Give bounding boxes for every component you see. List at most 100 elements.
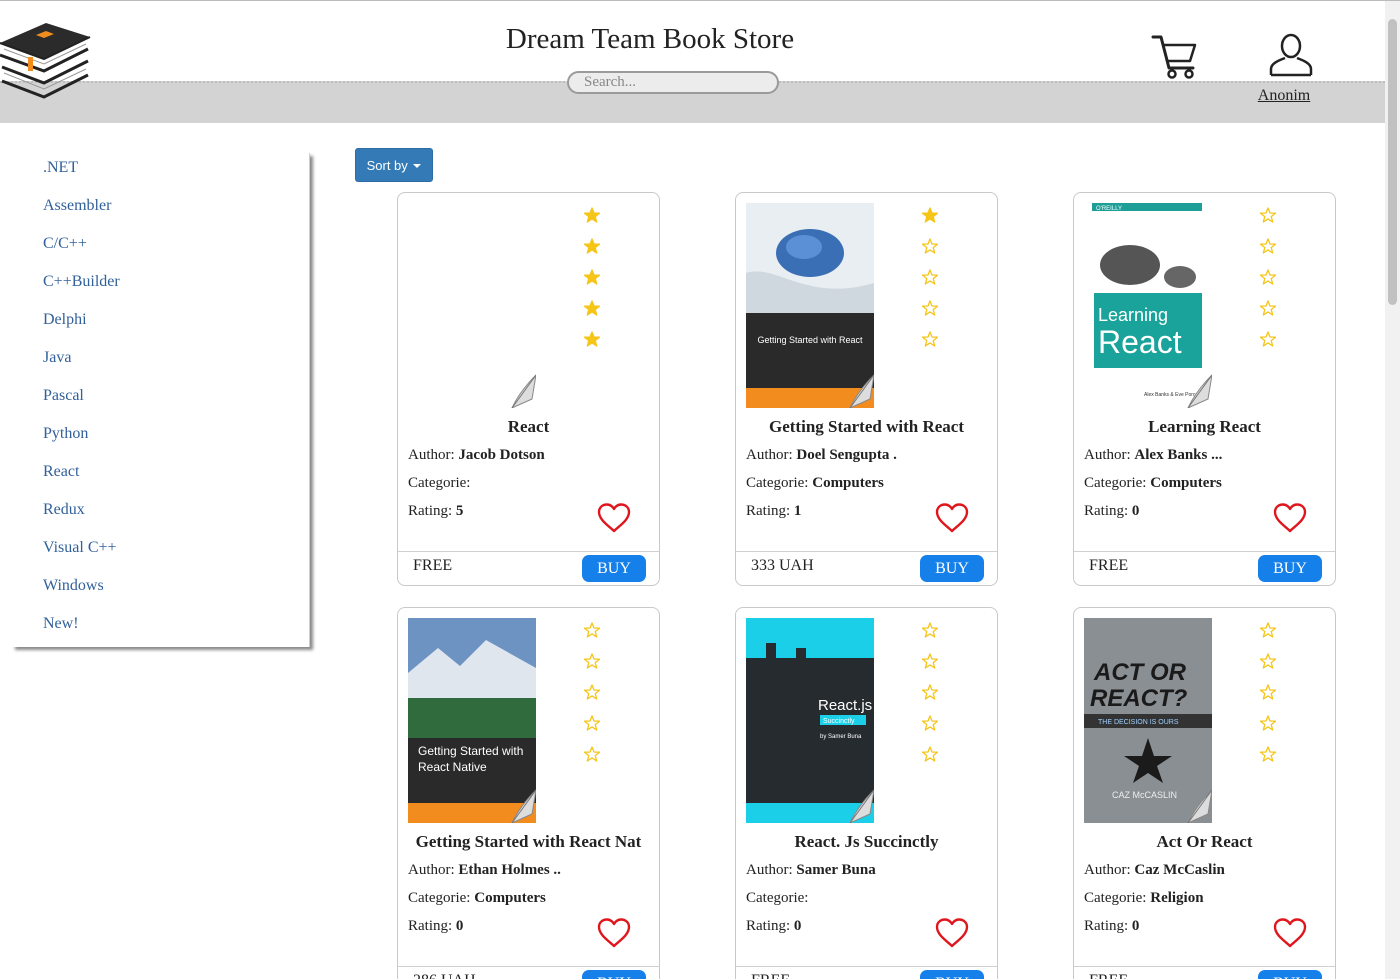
star-outline-icon[interactable] [1260,622,1276,638]
categorie-label: Categorie: [1084,890,1147,906]
cart-icon[interactable] [1150,32,1200,80]
book-author: Author: Jacob Dotson [408,447,545,464]
search-input[interactable] [567,71,779,94]
sidebar-item-redux[interactable]: Redux [12,498,309,536]
book-cover-image[interactable]: React.js Succinctly by Samer Buna [746,618,874,823]
star-filled-icon[interactable] [584,331,600,347]
star-filled-icon[interactable] [584,269,600,285]
favorite-heart-icon[interactable] [935,503,969,533]
rating-label: Rating: [1084,918,1129,934]
book-title[interactable]: Getting Started with React [736,417,997,437]
sidebar-item-pascal[interactable]: Pascal [12,384,309,422]
star-outline-icon[interactable] [1260,238,1276,254]
book-cover-image[interactable]: ACT ORREACT? THE DECISION IS OURS CAZ McCA… [1084,618,1212,823]
star-outline-icon[interactable] [922,746,938,762]
sidebar-item-python[interactable]: Python [12,422,309,460]
author-value: Alex Banks ... [1134,447,1223,463]
star-outline-icon[interactable] [1260,331,1276,347]
book-card[interactable]: Getting Started with React Getting Starte… [735,192,998,586]
sidebar-item-dotnet[interactable]: .NET [12,156,309,194]
sidebar-item-windows[interactable]: Windows [12,574,309,612]
book-cover-image[interactable]: O'REILLYLearningReactAlex Banks & Eve Po… [1084,203,1212,408]
star-outline-icon[interactable] [1260,746,1276,762]
star-rating[interactable] [1260,622,1280,777]
rating-value: 0 [1131,918,1140,934]
star-rating[interactable] [1260,207,1280,362]
svg-text:THE DECISION IS OURS: THE DECISION IS OURS [1098,719,1179,726]
star-outline-icon[interactable] [922,269,938,285]
star-outline-icon[interactable] [1260,269,1276,285]
sidebar-item-new[interactable]: New! [12,612,309,650]
buy-button[interactable]: BUY [1258,970,1322,979]
star-outline-icon[interactable] [584,746,600,762]
star-filled-icon[interactable] [584,207,600,223]
sidebar-item-c-cpp[interactable]: C/C++ [12,232,309,270]
star-rating[interactable] [922,207,942,362]
categorie-label: Categorie: [746,475,809,491]
favorite-heart-icon[interactable] [935,918,969,948]
author-label: Author: [1084,447,1131,463]
book-card[interactable]: React.js Succinctly by Samer Buna React. Js… [735,607,998,979]
sidebar-item-delphi[interactable]: Delphi [12,308,309,346]
book-title[interactable]: Act Or React [1074,832,1335,852]
buy-button[interactable]: BUY [1258,555,1322,582]
star-outline-icon[interactable] [922,622,938,638]
book-cover-image[interactable] [408,203,536,408]
star-outline-icon[interactable] [922,715,938,731]
buy-button[interactable]: BUY [582,970,646,979]
star-outline-icon[interactable] [922,331,938,347]
book-title[interactable]: React [398,417,659,437]
star-outline-icon[interactable] [1260,715,1276,731]
sidebar-item-visual-cpp[interactable]: Visual C++ [12,536,309,574]
category-sidebar: .NET Assembler C/C++ C++Builder Delphi J… [12,153,310,647]
star-outline-icon[interactable] [1260,300,1276,316]
book-card[interactable]: React Author: Jacob Dotson Categorie: Rati… [397,192,660,586]
star-outline-icon[interactable] [584,684,600,700]
star-outline-icon[interactable] [922,684,938,700]
star-filled-icon[interactable] [584,300,600,316]
sidebar-item-java[interactable]: Java [12,346,309,384]
favorite-heart-icon[interactable] [1273,503,1307,533]
book-card[interactable]: ACT OR REACT? THE DECISION IS OURS CAZ McCA… [1073,607,1336,979]
star-outline-icon[interactable] [584,715,600,731]
star-outline-icon[interactable] [922,238,938,254]
sidebar-item-cppbuilder[interactable]: C++Builder [12,270,309,308]
book-card[interactable]: Getting Started with React Native Getting … [397,607,660,979]
star-rating[interactable] [584,207,604,362]
star-rating[interactable] [584,622,604,777]
book-cover-image[interactable]: Getting Started with React [746,203,874,408]
sidebar-item-assembler[interactable]: Assembler [12,194,309,232]
favorite-heart-icon[interactable] [597,503,631,533]
star-filled-icon[interactable] [584,238,600,254]
star-outline-icon[interactable] [584,653,600,669]
card-footer: FREE BUY [736,966,997,979]
star-outline-icon[interactable] [584,622,600,638]
star-outline-icon[interactable] [922,653,938,669]
scrollbar-thumb[interactable] [1388,19,1397,305]
star-outline-icon[interactable] [1260,653,1276,669]
favorite-heart-icon[interactable] [1273,918,1307,948]
rating-label: Rating: [1084,503,1129,519]
book-card[interactable]: O'REILLY Learning React Alex Banks & Eve Po… [1073,192,1336,586]
buy-button[interactable]: BUY [920,555,984,582]
user-name-link[interactable]: Anonim [1240,87,1328,105]
vertical-scrollbar[interactable] [1385,1,1400,979]
favorite-heart-icon[interactable] [597,918,631,948]
buy-button[interactable]: BUY [582,555,646,582]
author-value: Caz McCaslin [1134,862,1225,878]
sidebar-item-react[interactable]: React [12,460,309,498]
buy-button[interactable]: BUY [920,970,984,979]
star-outline-icon[interactable] [1260,684,1276,700]
svg-text:React: React [1098,324,1182,360]
star-filled-icon[interactable] [922,207,938,223]
book-title[interactable]: Learning React [1074,417,1335,437]
star-outline-icon[interactable] [922,300,938,316]
user-icon[interactable] [1268,33,1314,77]
star-outline-icon[interactable] [1260,207,1276,223]
book-cover-image[interactable]: Getting Started with React Native [408,618,536,823]
star-rating[interactable] [922,622,942,777]
sort-by-dropdown[interactable]: Sort by [355,148,433,182]
book-price: 333 UAH [751,557,814,574]
book-title[interactable]: React. Js Succinctly [736,832,997,852]
book-title[interactable]: Getting Started with React Nat [398,832,659,852]
